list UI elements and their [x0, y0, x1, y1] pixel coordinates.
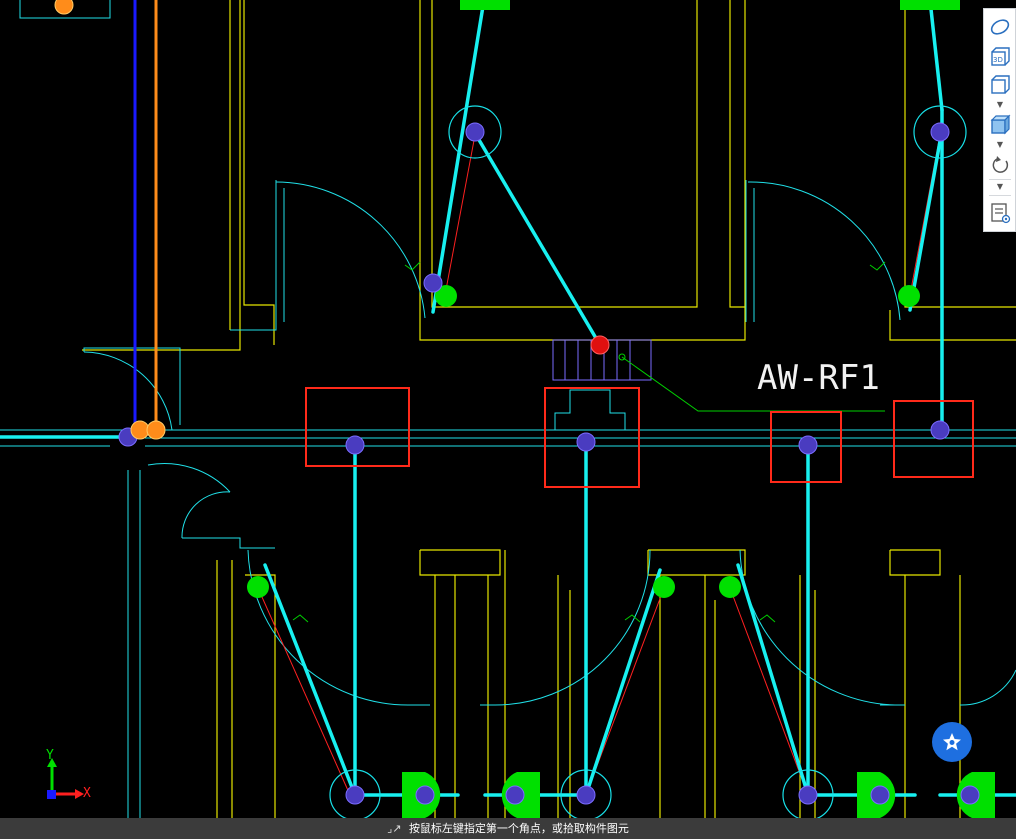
sprinkler-heads [54, 0, 980, 821]
rotate-dropdown-icon[interactable]: ▼ [993, 183, 1007, 191]
layer-properties-icon[interactable] [988, 201, 1012, 225]
view-toolbar: 3D ▼ ▼ ▼ [983, 8, 1016, 232]
orbit-icon[interactable] [988, 15, 1012, 39]
view-3d-badge: 3D [993, 56, 1003, 64]
favorite-button[interactable] [932, 722, 972, 762]
star-icon [943, 733, 961, 751]
ucs-indicator: Y X [40, 748, 100, 802]
door-swings [0, 0, 1016, 818]
command-prompt: 按鼠标左键指定第一个角点，或拾取构件图元 [408, 822, 629, 835]
shading-dropdown-icon[interactable]: ▼ [993, 141, 1007, 149]
view-cube-dropdown-icon[interactable]: ▼ [993, 101, 1007, 109]
risers [133, 0, 158, 430]
cad-drawing-canvas[interactable]: AW-RF1 [0, 0, 1016, 839]
rotate-icon[interactable] [988, 153, 1012, 177]
ucs-y-label: Y [46, 748, 54, 763]
ucs-x-label: X [83, 786, 91, 801]
pick-cursor-icon: ⌟↗ [387, 822, 402, 835]
tag-label: AW-RF1 [757, 358, 880, 398]
shaded-cube-icon[interactable] [988, 113, 1012, 137]
command-status-bar: ⌟↗ 按鼠标左键指定第一个角点，或拾取构件图元 [0, 818, 1016, 839]
view-3d-icon[interactable]: 3D [988, 45, 1012, 69]
view-cube-icon[interactable] [988, 73, 1012, 97]
fixtures [247, 0, 995, 818]
